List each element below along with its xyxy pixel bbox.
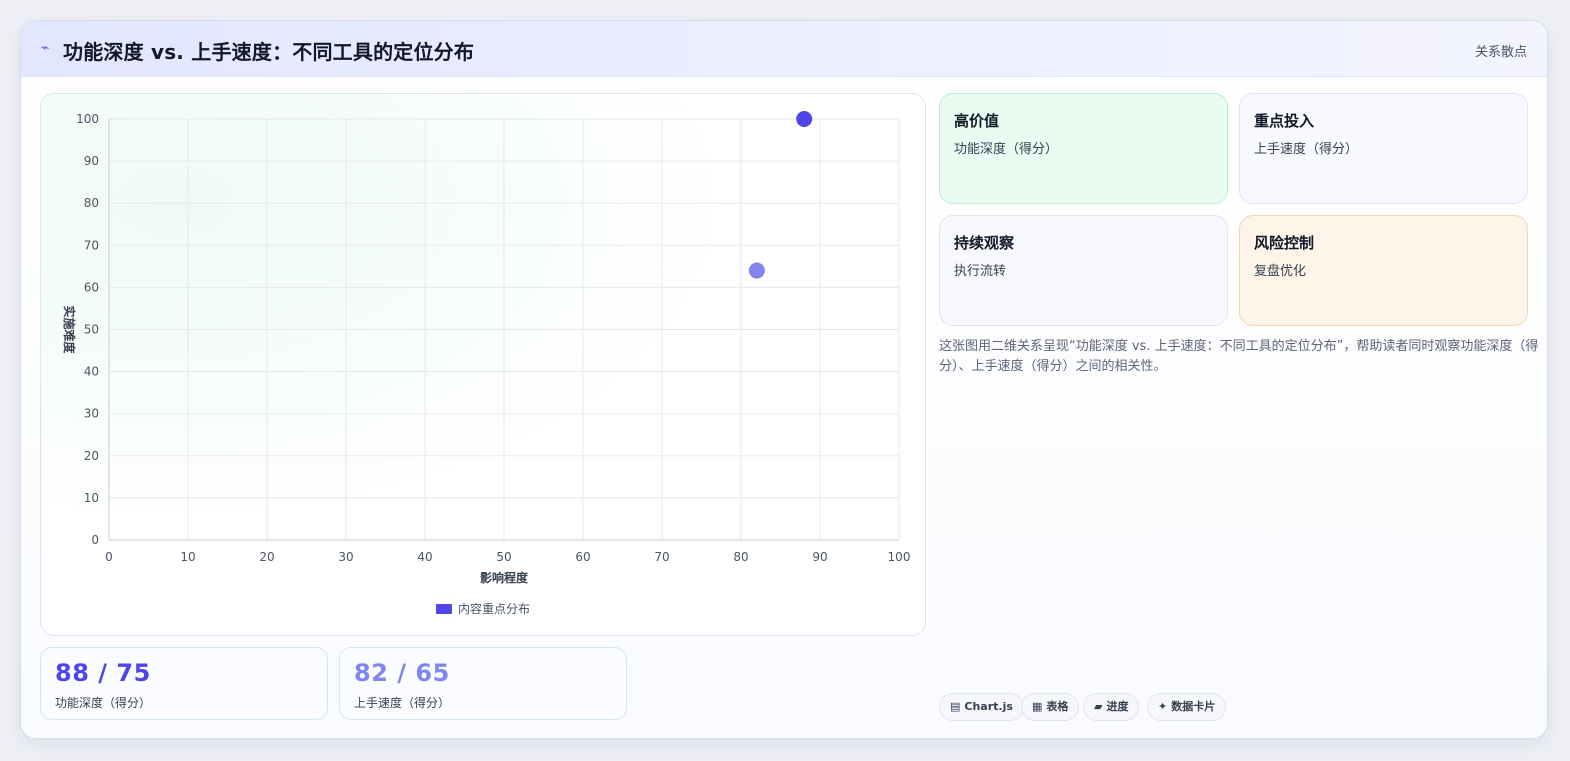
y-tick-label: 40 [84,365,99,379]
table-icon: ▦ [1032,700,1043,713]
chip-label: 表格 [1046,700,1069,713]
x-tick-label: 60 [575,550,590,564]
y-tick-label: 50 [84,323,99,337]
x-tick-label: 0 [105,550,113,564]
stat-card-1: 88 / 75 功能深度（得分） [40,647,328,720]
quadrant-title: 高价值 [954,112,1000,130]
chart-type-tag: 关系散点 [1474,45,1527,60]
quadrant-subtitle: 上手速度（得分） [1254,142,1359,157]
quadrant-title: 重点投入 [1254,112,1315,130]
progress-icon: ▰ [1094,700,1103,713]
quadrant-subtitle: 功能深度（得分） [954,142,1059,157]
quadrant-subtitle: 复盘优化 [1254,264,1307,279]
stat-caption: 上手速度（得分） [354,696,451,710]
stat-card-2: 82 / 65 上手速度（得分） [339,647,627,720]
quadrant-title: 风险控制 [1254,234,1315,252]
quadrant-watch: 持续观察 执行流转 [939,215,1228,326]
y-tick-label: 30 [84,407,99,421]
y-tick-label: 70 [84,238,99,252]
chart-legend[interactable]: 内容重点分布 [436,600,530,616]
y-tick-label: 100 [76,112,99,126]
x-tick-label: 80 [733,550,748,564]
chip-label: Chart.js [964,700,1013,713]
chart-icon: ▤ [950,700,961,713]
y-axis-title: 实施难度 [62,305,77,354]
chip-data-card[interactable]: ✦ 数据卡片 [1147,693,1227,721]
y-tick-label: 10 [84,491,99,505]
x-axis-title: 影响程度 [480,570,529,585]
x-tick-label: 70 [654,550,669,564]
x-tick-label: 10 [180,550,195,564]
pulse-icon: ⌁ [41,40,50,56]
y-tick-label: 90 [84,154,99,168]
legend-swatch [436,603,452,614]
x-tick-label: 50 [496,550,511,564]
y-tick-label: 0 [91,533,99,547]
scatter-chart-panel: 0 10 20 30 40 50 60 70 80 90 100 0 10 20 30 40 50 60 70 80 9… [40,93,926,636]
chart-card: ⌁ 功能深度 vs. 上手速度：不同工具的定位分布 关系散点 0 10 20 30 40… [20,20,1548,739]
stat-value: 82 / 65 [354,659,450,687]
quadrant-title: 持续观察 [954,234,1015,252]
legend-label: 内容重点分布 [458,602,531,616]
y-tick-label: 20 [84,449,99,463]
data-point [748,262,765,279]
stat-value: 88 / 75 [55,659,151,687]
x-tick-label: 20 [259,550,274,564]
x-tick-label: 100 [888,550,911,564]
chip-label: 进度 [1106,700,1129,713]
x-tick-label: 30 [338,550,353,564]
stat-caption: 功能深度（得分） [55,696,152,710]
y-tick-label: 80 [84,196,99,210]
chip-label: 数据卡片 [1171,700,1216,713]
card-header: ⌁ 功能深度 vs. 上手速度：不同工具的定位分布 关系散点 [21,21,1547,77]
quadrant-risk-control: 风险控制 复盘优化 [1239,215,1528,326]
sparkle-icon: ✦ [1158,700,1168,713]
scatter-chart: 0 10 20 30 40 50 60 70 80 90 100 0 10 20 30 40 50 60 70 80 9… [62,111,911,585]
data-point [796,111,813,127]
chip-progress[interactable]: ▰ 进度 [1083,693,1140,721]
x-tick-label: 90 [812,550,827,564]
quadrant-high-value: 高价值 功能深度（得分） [939,93,1228,204]
chip-table[interactable]: ▦ 表格 [1021,693,1080,721]
page-title: 功能深度 vs. 上手速度：不同工具的定位分布 [63,40,475,64]
quadrant-subtitle: 执行流转 [954,264,1007,279]
chip-chartjs[interactable]: ▤ Chart.js [939,693,1024,721]
y-tick-label: 60 [84,280,99,294]
chart-description: 这张图用二维关系呈现“功能深度 vs. 上手速度：不同工具的定位分布”，帮助读者… [939,339,1539,374]
x-tick-label: 40 [417,550,432,564]
quadrant-key-investment: 重点投入 上手速度（得分） [1239,93,1528,204]
